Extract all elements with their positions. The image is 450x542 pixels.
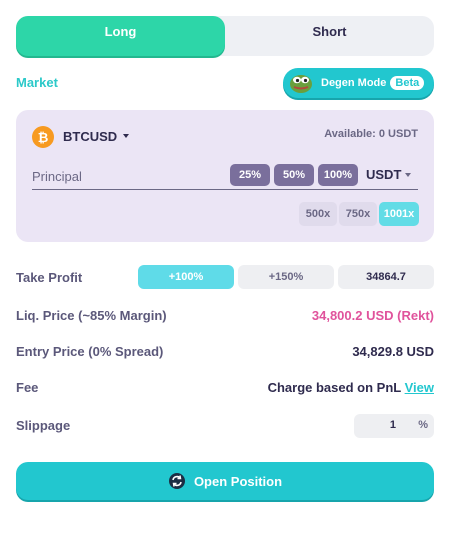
slippage-unit: % (418, 419, 428, 431)
market-label: Market (16, 75, 58, 90)
fee-label: Fee (16, 380, 39, 395)
fee-value-row: Charge based on PnL View (268, 380, 434, 395)
fee-view-link[interactable]: View (405, 380, 434, 395)
liq-price-value: 34,800.2 USD (Rekt) (311, 308, 434, 323)
long-tab[interactable]: Long (16, 16, 225, 56)
chevron-down-icon[interactable] (405, 173, 411, 177)
leverage-1001x-button[interactable]: 1001x (379, 202, 419, 226)
available-balance: Available: 0 USDT (324, 128, 418, 140)
degen-mode-button[interactable]: Degen Mode Beta (283, 68, 434, 98)
leverage-500x-button[interactable]: 500x (299, 202, 337, 226)
beta-badge: Beta (390, 76, 425, 90)
fee-value: Charge based on PnL (267, 380, 401, 395)
open-position-button[interactable]: Open Position (16, 462, 434, 500)
pepe-frog-icon (289, 72, 313, 94)
take-profit-price-input[interactable]: 34864.7 (338, 265, 434, 289)
order-panel: ₿ BTCUSD Available: 0 USDT Principal 25%… (16, 110, 434, 242)
entry-price-value: 34,829.8 USD (352, 344, 434, 359)
percent-50-button[interactable]: 50% (274, 164, 314, 186)
unit-selector[interactable]: USDT (366, 167, 401, 182)
bitcoin-icon: ₿ (32, 126, 54, 148)
degen-mode-label: Degen Mode (321, 77, 387, 89)
short-tab[interactable]: Short (225, 16, 434, 56)
principal-input-row[interactable]: Principal 25% 50% 100% USDT (32, 160, 418, 190)
take-profit-150-button[interactable]: +150% (238, 265, 334, 289)
liq-price-label: Liq. Price (~85% Margin) (16, 308, 167, 323)
percent-100-button[interactable]: 100% (318, 164, 358, 186)
entry-price-label: Entry Price (0% Spread) (16, 344, 164, 359)
chevron-down-icon[interactable] (123, 134, 129, 138)
take-profit-label: Take Profit (16, 270, 83, 285)
principal-input[interactable]: Principal (32, 169, 82, 184)
slippage-label: Slippage (16, 418, 71, 433)
leverage-750x-button[interactable]: 750x (339, 202, 377, 226)
take-profit-100-button[interactable]: +100% (138, 265, 234, 289)
percent-25-button[interactable]: 25% (230, 164, 270, 186)
swap-refresh-icon (168, 472, 186, 490)
slippage-input[interactable]: 1 % (354, 414, 434, 438)
pair-selector[interactable]: BTCUSD (63, 129, 117, 144)
slippage-value[interactable]: 1 (354, 419, 396, 431)
side-toggle: Long Short (16, 16, 434, 56)
open-position-label: Open Position (193, 473, 283, 489)
